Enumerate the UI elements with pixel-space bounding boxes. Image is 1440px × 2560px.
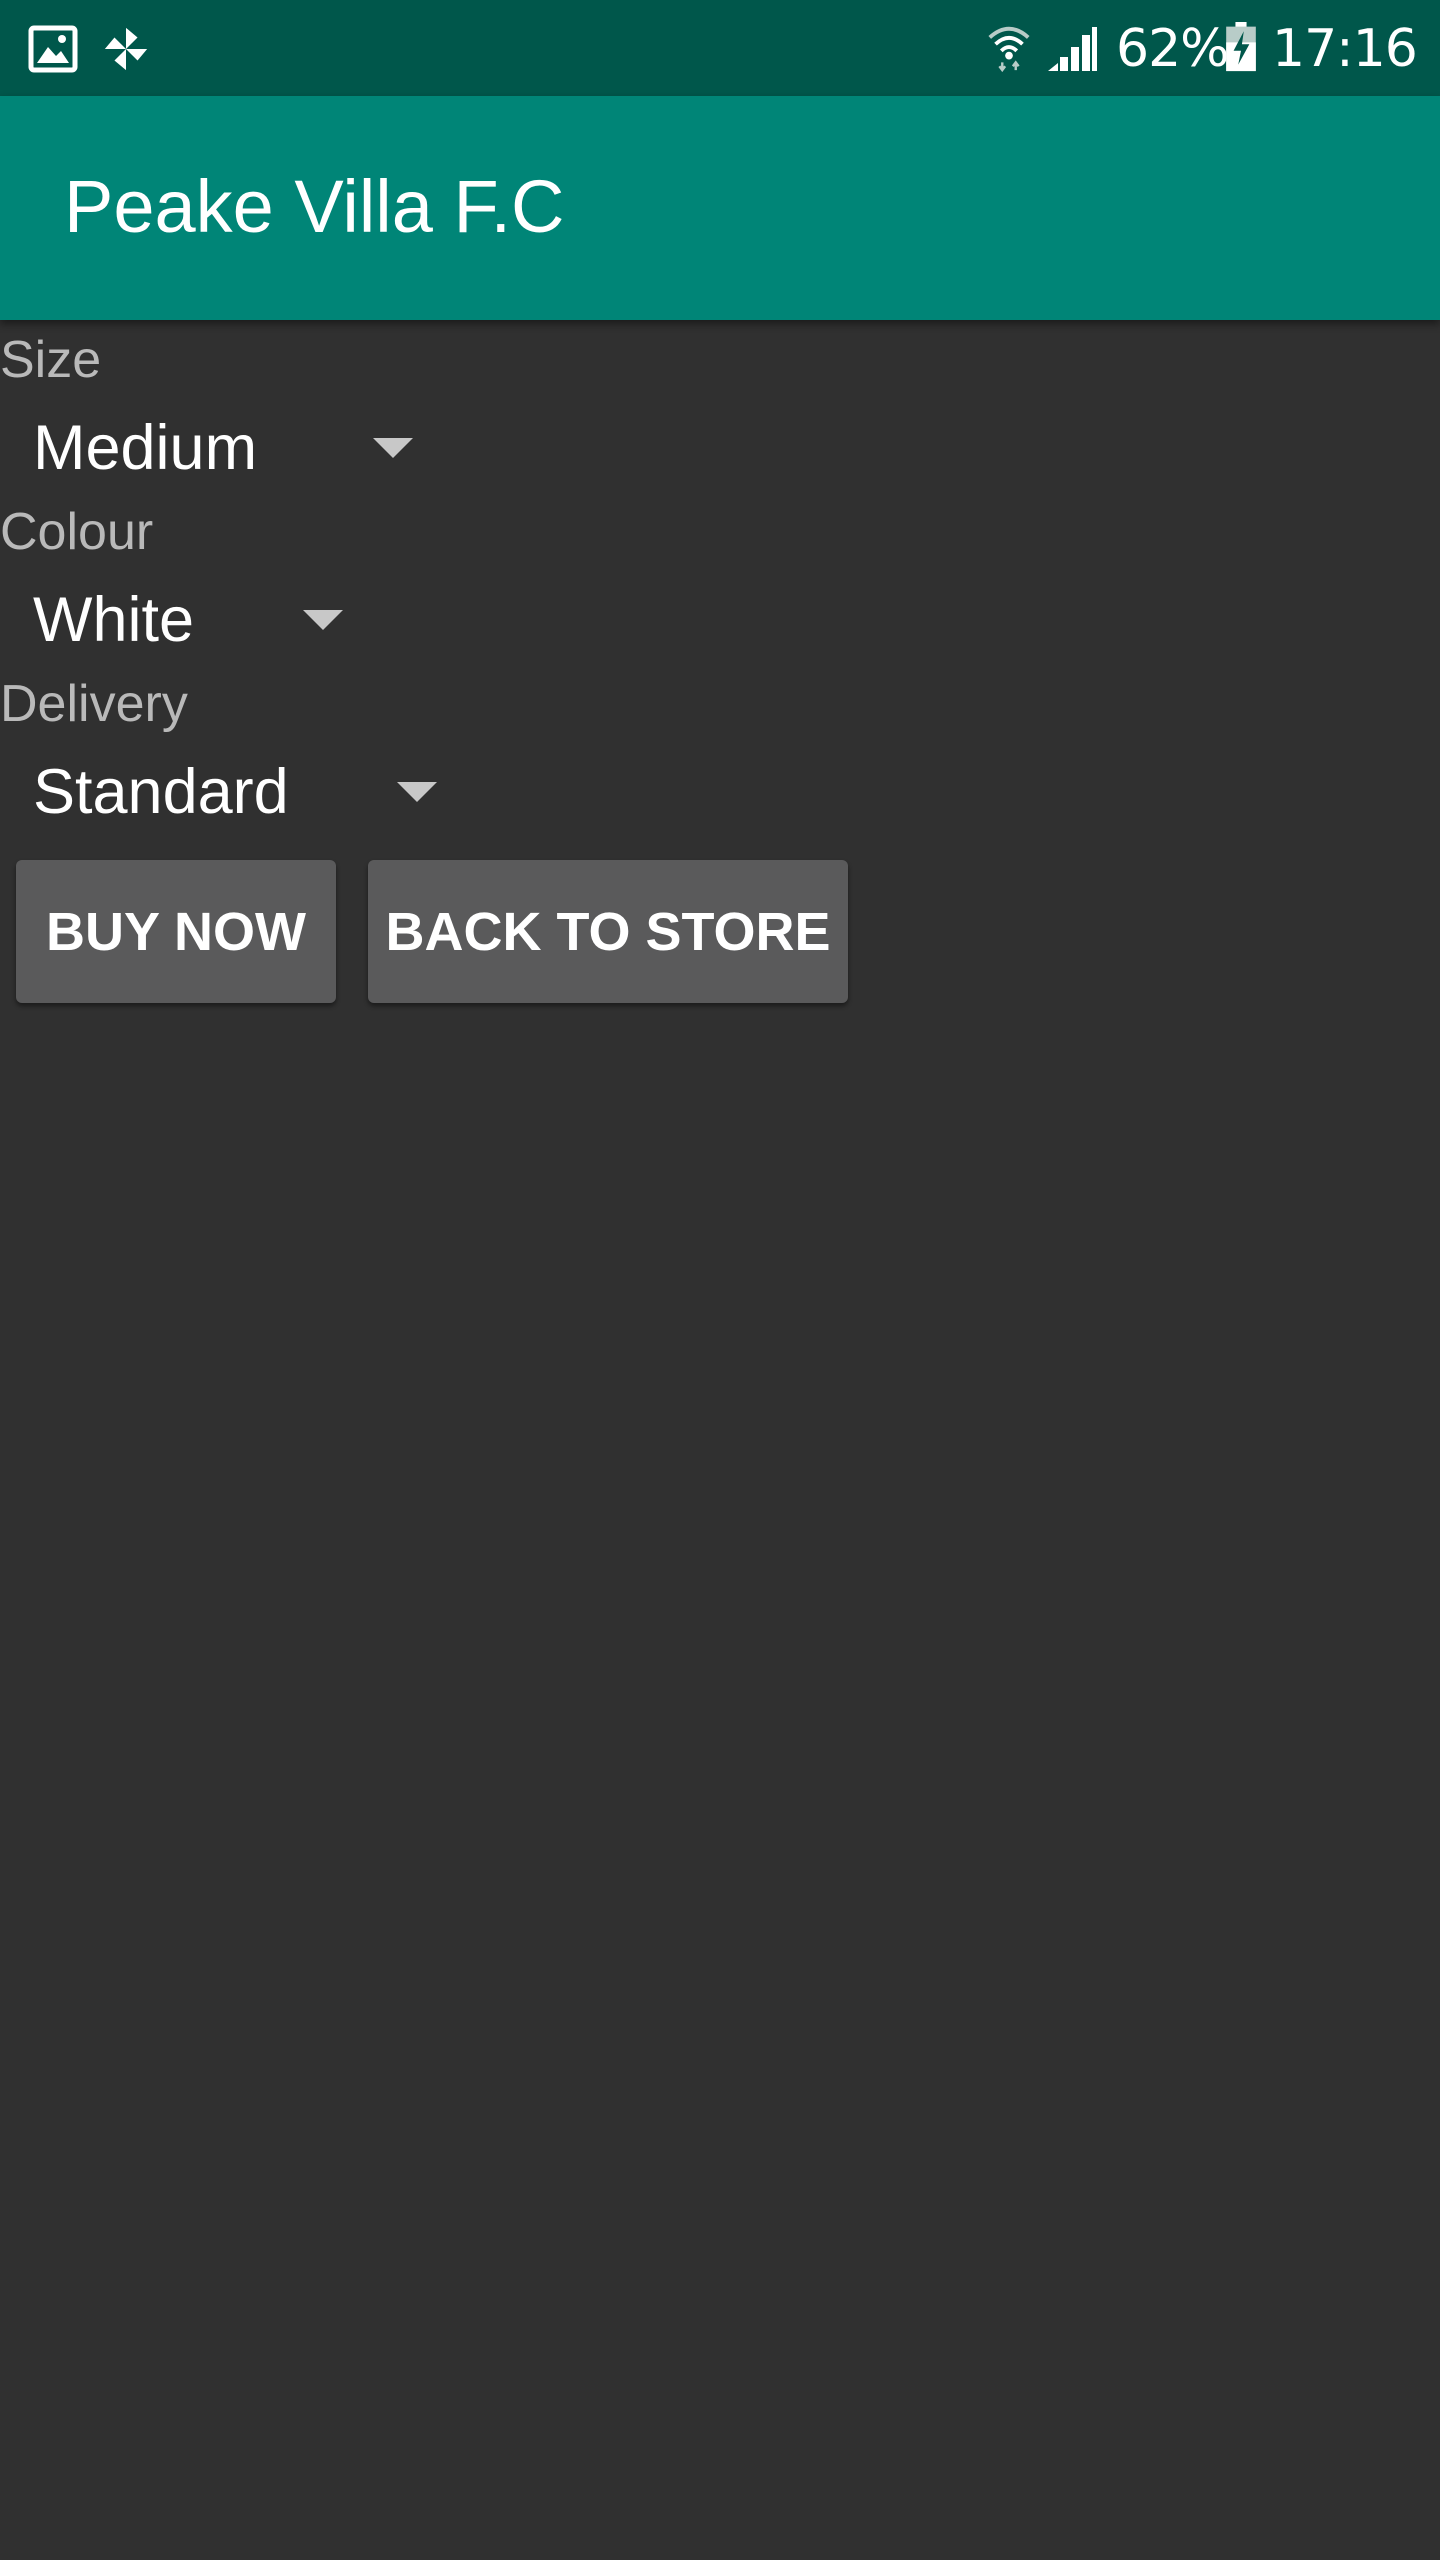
pinwheel-icon [104,27,148,71]
delivery-spinner[interactable]: Standard [0,736,454,846]
clock: 17:16 [1272,19,1418,79]
app-title: Peake Villa F.C [64,165,565,248]
battery-charging-icon [1226,22,1256,72]
buy-now-button[interactable]: BUY NOW [16,860,336,1003]
colour-spinner[interactable]: White [0,564,360,674]
size-dropdown-arrow-icon [373,438,413,458]
size-spinner[interactable]: Medium [0,392,430,502]
cell-signal-icon [1048,27,1097,71]
colour-dropdown-arrow-icon [303,610,343,630]
gallery-icon [28,25,78,73]
size-label: Size [0,331,102,389]
battery-percent: 62% [1116,19,1230,79]
delivery-label: Delivery [0,675,188,733]
colour-value: White [33,585,195,655]
back-to-store-button[interactable]: BACK TO STORE [368,860,848,1003]
colour-label: Colour [0,503,154,561]
wifi-icon [988,26,1030,72]
delivery-dropdown-arrow-icon [397,782,437,802]
app-bar: Peake Villa F.C [0,96,1440,320]
status-bar: 62% 17:16 [0,0,1440,96]
delivery-value: Standard [33,757,289,827]
size-value: Medium [33,413,258,483]
